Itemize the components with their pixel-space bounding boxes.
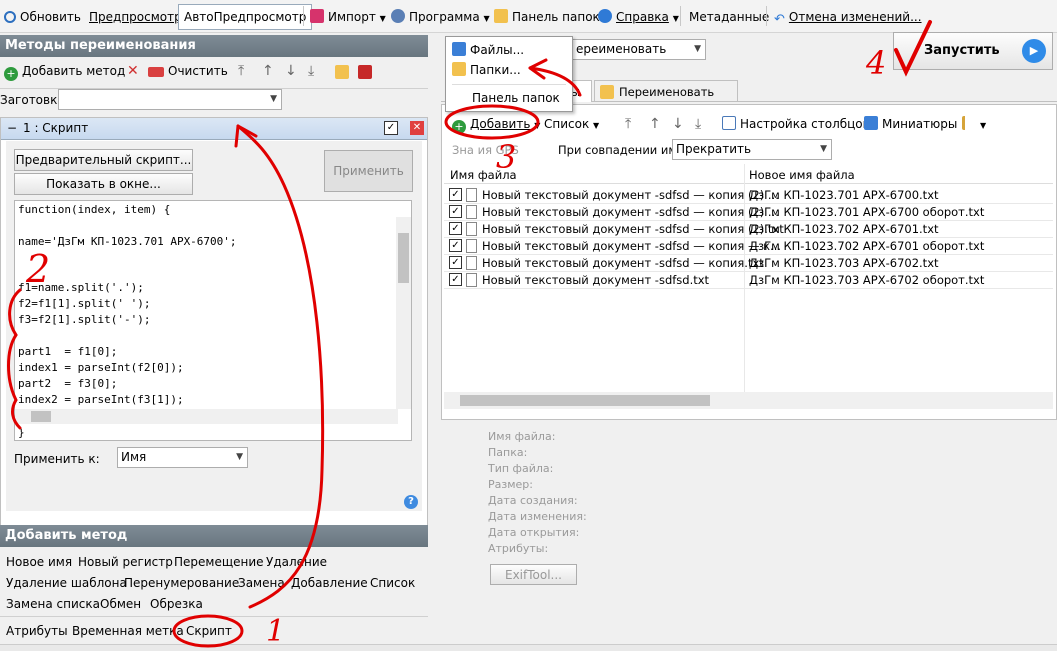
annotation-number-1: 1: [266, 614, 285, 649]
annotation-brace-2: [7, 288, 22, 430]
annotation-checkmark: [894, 20, 932, 77]
app-window: Обновить Предпросмотр АвтоПредпросмотр И…: [0, 0, 1057, 651]
annotation-circle-add: [444, 104, 540, 140]
annotation-circle-script: [172, 614, 244, 648]
annotation-arrow-1: [236, 124, 325, 609]
annotation-number-3: 3: [496, 138, 516, 176]
annotation-arrowhead-1: [234, 124, 258, 148]
annotation-number-4: 4: [865, 44, 886, 82]
annotation-number-2: 2: [25, 247, 50, 291]
annotation-overlay: 1 2 3 4: [7, 20, 932, 649]
